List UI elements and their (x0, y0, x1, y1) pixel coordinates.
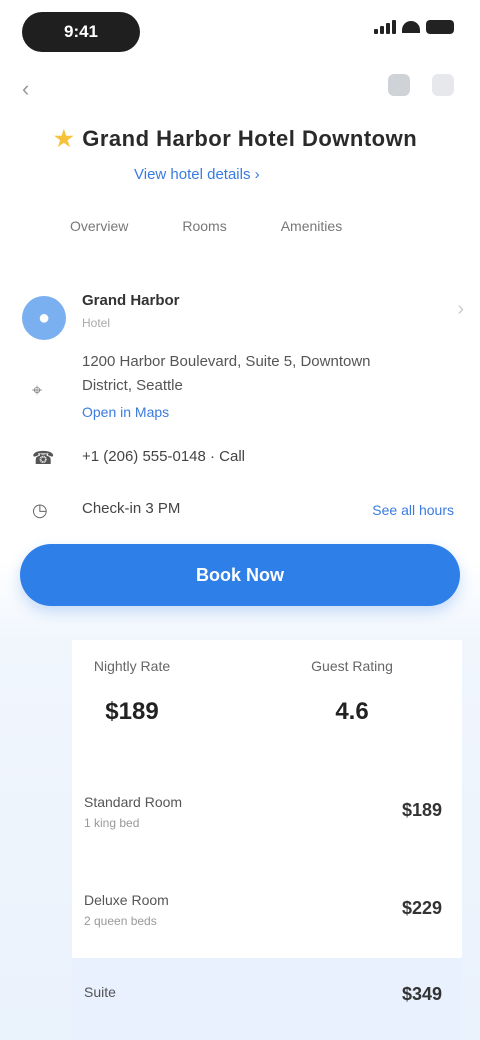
hours-text: Check-in 3 PM (82, 500, 181, 517)
hotel-name: Grand Harbor Hotel Downtown (82, 126, 418, 151)
tab-rooms[interactable]: Rooms (182, 218, 226, 234)
row-title: Suite (84, 984, 116, 1000)
phone-number[interactable]: +1 (206) 555-0148 · Call (82, 448, 245, 465)
more-icon[interactable] (432, 74, 454, 96)
book-button[interactable]: Book Now (20, 544, 460, 606)
stat-label: Nightly Rate (93, 658, 171, 674)
pricing-card: Nightly Rate $189 Guest Rating 4.6 Stand… (72, 640, 462, 1040)
status-icons (374, 20, 454, 34)
row-price: $229 (401, 898, 442, 918)
row-title: Standard Room (84, 794, 183, 810)
clock-icon: ◷ (32, 500, 48, 520)
open-map-link[interactable]: Open in Maps (82, 404, 169, 420)
place-subtitle: Hotel (82, 316, 111, 330)
tab-amenities[interactable]: Amenities (281, 218, 342, 234)
stat-value: 4.6 (335, 698, 369, 725)
list-item[interactable]: Standard Room 1 king bed $189 (72, 786, 462, 846)
hours-link[interactable]: See all hours (372, 502, 454, 518)
location-pin-icon: ● (22, 296, 66, 340)
tab-overview[interactable]: Overview (70, 218, 128, 234)
share-icon[interactable] (388, 74, 410, 96)
hotel-header: ★ Grand Harbor Hotel Downtown View hotel… (54, 126, 426, 183)
place-name: Grand Harbor (82, 292, 180, 309)
address-text: 1200 Harbor Boulevard, Suite 5, Downtown… (82, 353, 371, 394)
phone-icon: ☎ (32, 448, 55, 468)
status-bar: 9:41 (0, 0, 480, 64)
nav-bar: ‹ (0, 64, 480, 108)
tab-bar: Overview Rooms Amenities (70, 218, 342, 234)
row-subtitle: 1 king bed (84, 816, 140, 830)
list-item[interactable]: Suite $349 (72, 958, 462, 1040)
row-title: Deluxe Room (84, 892, 169, 908)
status-time: 9:41 (22, 12, 140, 52)
battery-icon (426, 20, 454, 34)
row-price: $189 (401, 800, 442, 820)
list-item[interactable]: Deluxe Room 2 queen beds $229 (72, 884, 462, 944)
stat-label: Guest Rating (311, 658, 393, 674)
stat-value: $189 (105, 698, 159, 725)
back-icon[interactable]: ‹ (22, 76, 29, 102)
row-subtitle: 2 queen beds (84, 914, 157, 928)
star-icon: ★ (54, 126, 75, 151)
address-icon: ⌖ (32, 380, 43, 400)
wifi-icon (402, 21, 420, 33)
signal-icon (374, 20, 396, 34)
chevron-right-icon[interactable]: › (457, 298, 464, 321)
row-price: $349 (401, 984, 442, 1004)
hotel-details-link[interactable]: View hotel details › (134, 166, 426, 183)
stat-guest-rating: Guest Rating 4.6 (292, 658, 412, 726)
stat-nightly-rate: Nightly Rate $189 (72, 658, 192, 726)
